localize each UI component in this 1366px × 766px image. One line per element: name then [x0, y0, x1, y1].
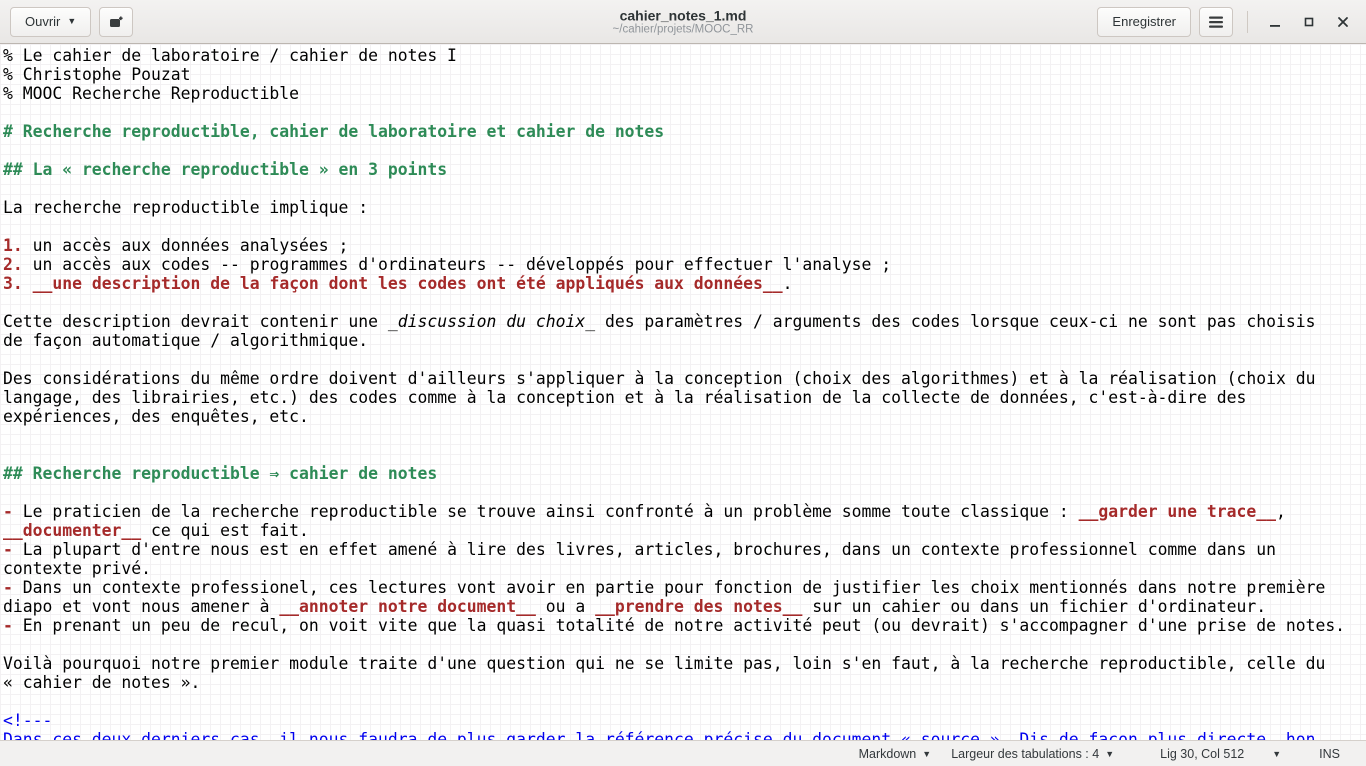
editor-line[interactable]	[3, 635, 1366, 654]
header-bar: Ouvrir ▼ cahier_notes_1.md ~/cahier/proj…	[0, 0, 1366, 44]
editor-line[interactable]: - La plupart d'entre nous est en effet a…	[3, 540, 1366, 559]
new-document-icon	[108, 14, 124, 30]
language-selector[interactable]: Markdown ▼	[859, 747, 932, 761]
editor-line[interactable]: # Recherche reproductible, cahier de lab…	[3, 122, 1366, 141]
editor-line[interactable]: Cette description devrait contenir une _…	[3, 312, 1366, 331]
editor-line[interactable]: % MOOC Recherche Reproductible	[3, 84, 1366, 103]
app-window: Ouvrir ▼ cahier_notes_1.md ~/cahier/proj…	[0, 0, 1366, 766]
editor-line[interactable]: - En prenant un peu de recul, on voit vi…	[3, 616, 1366, 635]
menu-button[interactable]	[1199, 7, 1233, 37]
editor-line[interactable]: 2. un accès aux codes -- programmes d'or…	[3, 255, 1366, 274]
new-document-button[interactable]	[99, 7, 133, 37]
tab-width-label: Largeur des tabulations : 4	[951, 747, 1099, 761]
goto-line-dropdown[interactable]: ▼	[1272, 749, 1281, 759]
hamburger-icon	[1208, 15, 1224, 29]
editor-line[interactable]	[3, 692, 1366, 711]
status-bar: Markdown ▼ Largeur des tabulations : 4 ▼…	[0, 740, 1366, 766]
editor-line[interactable]: Voilà pourquoi notre premier module trai…	[3, 654, 1366, 673]
maximize-button[interactable]	[1296, 9, 1322, 35]
minimize-button[interactable]	[1262, 9, 1288, 35]
cursor-position[interactable]: Lig 30, Col 512	[1160, 747, 1244, 761]
editor-line[interactable]	[3, 141, 1366, 160]
editor-line[interactable]: % Le cahier de laboratoire / cahier de n…	[3, 46, 1366, 65]
chevron-down-icon: ▼	[1272, 749, 1281, 759]
editor-line[interactable]	[3, 179, 1366, 198]
header-separator	[1247, 11, 1248, 33]
editor-line[interactable]: « cahier de notes ».	[3, 673, 1366, 692]
maximize-icon	[1302, 15, 1316, 29]
editor-line[interactable]: Dans ces deux derniers cas, il nous faud…	[3, 730, 1366, 740]
open-button[interactable]: Ouvrir ▼	[10, 7, 91, 37]
chevron-down-icon: ▼	[1105, 749, 1114, 759]
document-path: ~/cahier/projets/MOOC_RR	[613, 23, 754, 36]
close-icon	[1336, 15, 1350, 29]
editor-line[interactable]	[3, 350, 1366, 369]
save-button-label: Enregistrer	[1112, 14, 1176, 29]
editor-line[interactable]: 3. __une description de la façon dont le…	[3, 274, 1366, 293]
editor-line[interactable]: langage, des librairies, etc.) des codes…	[3, 388, 1366, 407]
editor-line[interactable]	[3, 445, 1366, 464]
close-button[interactable]	[1330, 9, 1356, 35]
tab-width-selector[interactable]: Largeur des tabulations : 4 ▼	[951, 747, 1114, 761]
editor-line[interactable]: diapo et vont nous amener à __annoter no…	[3, 597, 1366, 616]
editor-line[interactable]: ## Recherche reproductible ⇒ cahier de n…	[3, 464, 1366, 483]
editor-line[interactable]: Des considérations du même ordre doivent…	[3, 369, 1366, 388]
editor-area[interactable]: % Le cahier de laboratoire / cahier de n…	[0, 44, 1366, 740]
editor-line[interactable]	[3, 483, 1366, 502]
editor-line[interactable]	[3, 217, 1366, 236]
chevron-down-icon: ▼	[67, 17, 76, 26]
editor-line[interactable]: de façon automatique / algorithmique.	[3, 331, 1366, 350]
editor-line[interactable]: 1. un accès aux données analysées ;	[3, 236, 1366, 255]
document-title: cahier_notes_1.md	[613, 7, 754, 23]
cursor-position-label: Lig 30, Col 512	[1160, 747, 1244, 761]
editor-line[interactable]	[3, 103, 1366, 122]
header-right-group: Enregistrer	[1097, 7, 1356, 37]
editor-line[interactable]: - Dans un contexte professionel, ces lec…	[3, 578, 1366, 597]
chevron-down-icon: ▼	[922, 749, 931, 759]
editor-line[interactable]: % Christophe Pouzat	[3, 65, 1366, 84]
editor-line[interactable]: ## La « recherche reproductible » en 3 p…	[3, 160, 1366, 179]
editor-line[interactable]	[3, 426, 1366, 445]
insert-mode-label: INS	[1319, 747, 1340, 761]
window-title-area: cahier_notes_1.md ~/cahier/projets/MOOC_…	[613, 7, 754, 36]
editor-line[interactable]: <!---	[3, 711, 1366, 730]
insert-mode-indicator: INS	[1319, 747, 1340, 761]
editor-line[interactable]: - Le praticien de la recherche reproduct…	[3, 502, 1366, 521]
language-label: Markdown	[859, 747, 917, 761]
editor-line[interactable]	[3, 293, 1366, 312]
editor-line[interactable]: expériences, des enquêtes, etc.	[3, 407, 1366, 426]
editor-line[interactable]: contexte privé.	[3, 559, 1366, 578]
editor-line[interactable]: __documenter__ ce qui est fait.	[3, 521, 1366, 540]
save-button[interactable]: Enregistrer	[1097, 7, 1191, 37]
open-button-label: Ouvrir	[25, 14, 60, 29]
editor-line[interactable]: La recherche reproductible implique :	[3, 198, 1366, 217]
minimize-icon	[1268, 15, 1282, 29]
